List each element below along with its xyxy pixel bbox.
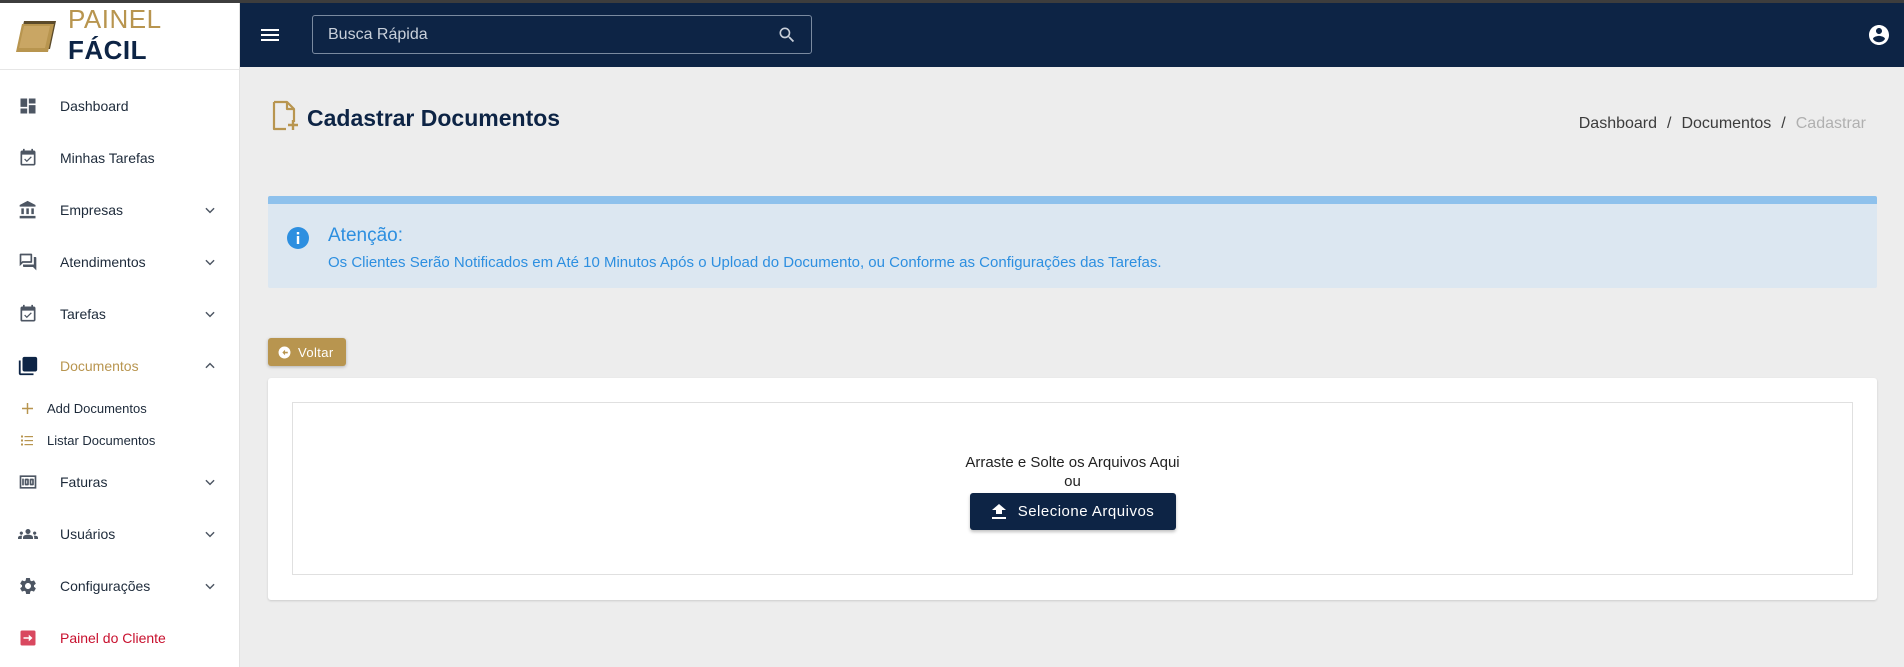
sidebar-item-label: Usuários bbox=[60, 526, 116, 542]
chevron-up-icon bbox=[203, 359, 217, 378]
sidebar-item-label: Faturas bbox=[60, 474, 108, 490]
logo-icon bbox=[14, 18, 58, 52]
sidebar-item-atendimentos[interactable]: Atendimentos bbox=[0, 236, 239, 288]
plus-icon bbox=[21, 402, 33, 414]
sidebar-item-label: Tarefas bbox=[60, 306, 106, 322]
exit-icon bbox=[17, 627, 39, 649]
chevron-down-icon bbox=[203, 307, 217, 326]
list-icon bbox=[21, 435, 33, 446]
sidebar-item-tarefas[interactable]: Tarefas bbox=[0, 288, 239, 340]
bank-icon bbox=[17, 199, 39, 221]
top-border bbox=[0, 0, 1904, 3]
money-icon bbox=[17, 471, 39, 493]
sidebar-item-label: Painel do Cliente bbox=[60, 630, 166, 646]
sidebar: PAINEL FÁCIL Dashboard Minhas Tarefas Em… bbox=[0, 0, 240, 667]
sidebar-subitem-label: Add Documentos bbox=[47, 400, 147, 416]
sidebar-item-usuarios[interactable]: Usuários bbox=[0, 508, 239, 560]
alert-title: Atenção: bbox=[328, 225, 403, 246]
breadcrumb-documentos[interactable]: Documentos bbox=[1681, 115, 1771, 133]
sidebar-subitem-label: Listar Documentos bbox=[47, 432, 156, 448]
sidebar-item-minhas-tarefas[interactable]: Minhas Tarefas bbox=[0, 132, 239, 184]
calendar-check-icon bbox=[17, 303, 39, 325]
sidebar-item-documentos[interactable]: Documentos bbox=[0, 340, 239, 392]
documents-icon bbox=[17, 355, 39, 377]
sidebar-subitem-listar-documentos[interactable]: Listar Documentos bbox=[0, 424, 239, 456]
dropzone-text: Arraste e Solte os Arquivos Aqui bbox=[965, 454, 1180, 471]
upload-card: Arraste e Solte os Arquivos Aqui ou Sele… bbox=[268, 378, 1877, 600]
chevron-down-icon bbox=[203, 475, 217, 494]
dashboard-icon bbox=[17, 95, 39, 117]
calendar-check-icon bbox=[17, 147, 39, 169]
sidebar-item-label: Documentos bbox=[60, 358, 139, 374]
hamburger-menu-icon[interactable] bbox=[258, 23, 282, 47]
select-files-button[interactable]: Selecione Arquivos bbox=[970, 493, 1176, 530]
info-icon bbox=[286, 226, 310, 255]
sidebar-item-faturas[interactable]: Faturas bbox=[0, 456, 239, 508]
file-plus-icon bbox=[271, 100, 299, 137]
sidebar-item-dashboard[interactable]: Dashboard bbox=[0, 80, 239, 132]
sidebar-item-configuracoes[interactable]: Configurações bbox=[0, 560, 239, 612]
main-content: Cadastrar Documentos Dashboard / Documen… bbox=[241, 67, 1904, 667]
sidebar-item-label: Dashboard bbox=[60, 98, 129, 114]
page-header: Cadastrar Documentos bbox=[271, 100, 560, 137]
dropzone-or-text: ou bbox=[1064, 473, 1081, 490]
users-icon bbox=[17, 523, 39, 545]
chevron-down-icon bbox=[203, 255, 217, 274]
brand-name: PAINEL FÁCIL bbox=[68, 3, 161, 65]
arrow-left-circle-icon bbox=[278, 346, 291, 359]
file-dropzone[interactable]: Arraste e Solte os Arquivos Aqui ou Sele… bbox=[292, 402, 1853, 575]
sidebar-item-label: Minhas Tarefas bbox=[60, 150, 155, 166]
sidebar-item-label: Empresas bbox=[60, 202, 124, 218]
chevron-down-icon bbox=[203, 579, 217, 598]
sidebar-item-empresas[interactable]: Empresas bbox=[0, 184, 239, 236]
gear-icon bbox=[17, 575, 39, 597]
chevron-down-icon bbox=[203, 203, 217, 222]
sidebar-item-painel-do-cliente[interactable]: Painel do Cliente bbox=[0, 612, 239, 664]
search-icon[interactable] bbox=[777, 25, 797, 50]
top-header bbox=[240, 3, 1904, 67]
breadcrumb-separator: / bbox=[1781, 115, 1786, 132]
breadcrumb-current: Cadastrar bbox=[1795, 115, 1866, 132]
sidebar-item-label: Atendimentos bbox=[60, 254, 146, 270]
sidebar-item-label: Configurações bbox=[60, 578, 151, 594]
page-title: Cadastrar Documentos bbox=[307, 105, 561, 131]
brand-logo[interactable]: PAINEL FÁCIL bbox=[0, 0, 239, 70]
alert-text: Os Clientes Serão Notificados em Até 10 … bbox=[328, 254, 1162, 271]
breadcrumb-separator: / bbox=[1667, 115, 1672, 132]
sidebar-subitem-add-documentos[interactable]: Add Documentos bbox=[0, 392, 239, 424]
upload-icon bbox=[991, 503, 1006, 520]
chevron-down-icon bbox=[203, 527, 217, 546]
forum-icon bbox=[17, 251, 39, 273]
breadcrumb: Dashboard / Documentos / Cadastrar bbox=[1579, 115, 1866, 133]
breadcrumb-dashboard[interactable]: Dashboard bbox=[1579, 115, 1657, 133]
account-circle-icon[interactable] bbox=[1867, 23, 1891, 52]
search-input[interactable] bbox=[313, 16, 811, 53]
quick-search bbox=[312, 15, 812, 54]
back-button-label: Voltar bbox=[298, 344, 334, 360]
back-button[interactable]: Voltar bbox=[268, 338, 346, 366]
info-alert: Atenção: Os Clientes Serão Notificados e… bbox=[268, 196, 1877, 288]
select-files-label: Selecione Arquivos bbox=[1017, 503, 1155, 520]
